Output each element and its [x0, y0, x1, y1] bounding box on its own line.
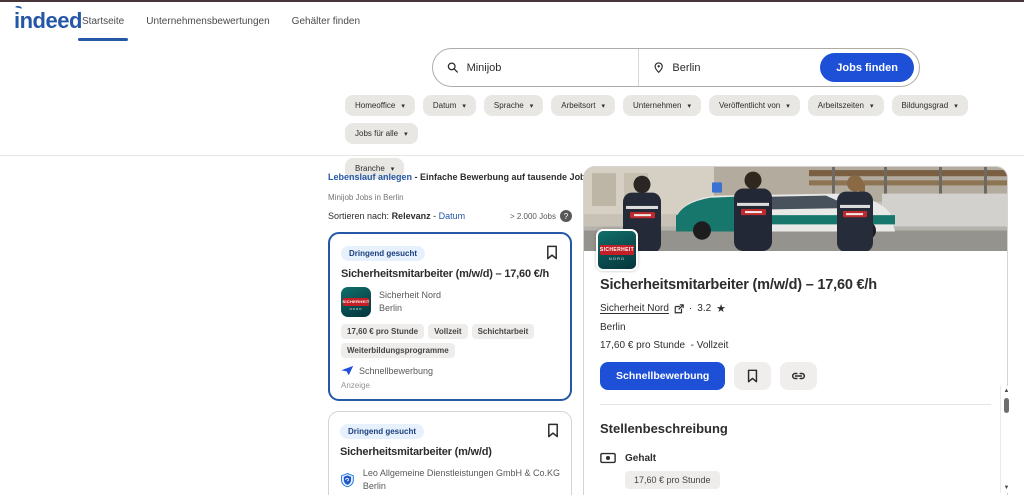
jobs-finden-button[interactable]: Jobs finden: [820, 53, 914, 82]
tag-schichtarbeit: Schichtarbeit: [471, 324, 535, 339]
help-icon[interactable]: ?: [560, 210, 572, 222]
company-row: Leo Allgemeine Dienstleistungen GmbH & C…: [340, 465, 560, 495]
chevron-down-icon: ▾: [954, 102, 958, 110]
company-meta: Leo Allgemeine Dienstleistungen GmbH & C…: [363, 465, 560, 493]
gehalt-value: 17,60 € pro Stunde: [625, 471, 720, 489]
indeed-job-search-page: indeed Startseite Unternehmensbewertunge…: [0, 0, 1024, 495]
keyword-segment: [433, 49, 639, 86]
filter-jobs-fuer-alle[interactable]: Jobs für alle ▾: [345, 123, 418, 144]
description-heading: Stellenbeschreibung: [600, 421, 728, 436]
bookmark-icon[interactable]: [545, 245, 559, 260]
filter-homeoffice[interactable]: Homeoffice ▾: [345, 95, 415, 116]
scrollbar-thumb[interactable]: [1004, 398, 1009, 413]
job-tags: 17,60 € pro Stunde Vollzeit Schichtarbei…: [341, 324, 559, 358]
search-icon: [447, 62, 458, 73]
tag-pay: 17,60 € pro Stunde: [341, 324, 425, 339]
chevron-down-icon: ▾: [601, 102, 605, 110]
location-input[interactable]: [672, 61, 807, 74]
quick-apply-row: Schnellbewerbung: [341, 365, 559, 376]
company-location: Berlin: [379, 303, 403, 313]
company-name: Leo Allgemeine Dienstleistungen GmbH & C…: [362, 468, 560, 478]
location-segment: [639, 49, 820, 86]
lebenslauf-anlegen-link[interactable]: Lebenslauf anlegen: [328, 172, 412, 182]
job-detail-panel: SICHERHEIT NORD Sicherheitsmitarbeiter (…: [583, 166, 1008, 495]
company-meta: Sicherheit Nord Berlin: [379, 287, 441, 315]
tab-unternehmensbewertungen[interactable]: Unternehmensbewertungen: [146, 16, 269, 39]
location-pin-icon: [654, 62, 663, 74]
filter-unternehmen[interactable]: Unternehmen ▾: [622, 95, 701, 116]
sort-row: Sortieren nach: Relevanz - Datum > 2.000…: [328, 210, 572, 222]
sort-datum-link[interactable]: Datum: [439, 211, 466, 221]
logo-text: indeed: [14, 8, 82, 33]
description-section: Stellenbeschreibung Gehalt 17,60 € pro S…: [600, 404, 991, 495]
sponsored-label: Anzeige: [341, 381, 370, 390]
chevron-down-icon: ▾: [404, 130, 408, 138]
company-location: Berlin: [362, 481, 386, 491]
tag-vollzeit: Vollzeit: [428, 324, 468, 339]
indeed-logo[interactable]: indeed: [14, 5, 82, 34]
chevron-down-icon: ▾: [401, 102, 405, 110]
urgent-badge: Dringend gesucht: [341, 246, 426, 261]
company-row: SICHERHEIT NORD Sicherheit Nord Berlin: [341, 287, 559, 317]
external-link-icon[interactable]: [674, 303, 684, 314]
company-hero-image: [584, 167, 1007, 251]
bookmark-icon[interactable]: [546, 423, 560, 438]
detail-job-title: Sicherheitsmitarbeiter (m/w/d) – 17,60 €…: [600, 277, 877, 293]
window-top-edge: [0, 0, 1024, 2]
sicherheit-nord-logo: SICHERHEIT NORD: [596, 229, 638, 271]
star-icon: ★: [716, 303, 727, 315]
scroll-up-icon[interactable]: ▲: [1001, 387, 1012, 395]
detail-actions: Schnellbewerbung: [600, 362, 991, 390]
job-title[interactable]: Sicherheitsmitarbeiter (m/w/d) – 17,60 €…: [341, 268, 559, 280]
salary-icon: [600, 452, 616, 464]
filter-veroeffentlicht-von[interactable]: Veröffentlicht von ▾: [708, 95, 800, 116]
detail-scrollbar[interactable]: ▲ ▼: [1000, 386, 1011, 493]
search-bar: Jobs finden: [432, 48, 920, 87]
job-card-sicherheit-nord[interactable]: Dringend gesucht Sicherheitsmitarbeiter …: [328, 232, 572, 401]
filter-sprache[interactable]: Sprache ▾: [483, 95, 544, 116]
chevron-down-icon: ▾: [529, 102, 534, 110]
main-nav: Startseite Unternehmensbewertungen Gehäl…: [77, 16, 360, 41]
link-icon: [792, 372, 806, 380]
filter-datum[interactable]: Datum ▾: [422, 95, 476, 116]
desc-item-gehalt: Gehalt 17,60 € pro Stunde: [600, 452, 991, 489]
resume-promo: Lebenslauf anlegen - Einfache Bewerbung …: [328, 172, 594, 182]
chevron-down-icon: ▾: [462, 102, 466, 110]
tag-weiterbildung: Weiterbildungsprogramme: [341, 343, 455, 358]
search-context-label: Minijob Jobs in Berlin: [328, 193, 404, 202]
results-column: Lebenslauf anlegen - Einfache Bewerbung …: [328, 166, 594, 495]
tab-gehaelter-finden[interactable]: Gehälter finden: [292, 16, 360, 39]
filter-bildungsgrad[interactable]: Bildungsgrad ▾: [891, 95, 968, 116]
copy-link-button[interactable]: [780, 362, 818, 390]
sort-controls: Sortieren nach: Relevanz - Datum: [328, 211, 466, 221]
company-name: Sicherheit Nord: [379, 290, 442, 300]
tab-startseite[interactable]: Startseite: [77, 16, 129, 41]
schnellbewerbung-button[interactable]: Schnellbewerbung: [600, 362, 726, 390]
job-count: > 2.000 Jobs ?: [510, 210, 572, 222]
chevron-down-icon: ▾: [687, 102, 691, 110]
filter-arbeitszeiten[interactable]: Arbeitszeiten ▾: [807, 95, 884, 116]
shield-logo: [341, 472, 354, 488]
filter-arbeitsort[interactable]: Arbeitsort ▾: [551, 95, 615, 116]
bookmark-icon: [748, 369, 758, 383]
company-link[interactable]: Sicherheit Nord: [600, 303, 669, 314]
detail-company-line: Sicherheit Nord · 3.2 ★: [600, 303, 727, 315]
chevron-down-icon: ▾: [786, 102, 790, 110]
detail-location: Berlin: [600, 322, 626, 333]
detail-pay-line: 17,60 € pro Stunde - Vollzeit: [600, 340, 729, 351]
header-divider: [0, 155, 1024, 156]
job-card-leo-dienstleistungen[interactable]: Dringend gesucht Sicherheitsmitarbeiter …: [328, 411, 572, 495]
quick-apply-icon: [341, 365, 354, 376]
chevron-down-icon: ▾: [869, 102, 874, 110]
urgent-badge: Dringend gesucht: [340, 424, 425, 439]
detail-body: Sicherheitsmitarbeiter (m/w/d) – 17,60 €…: [584, 277, 1007, 495]
sicherheit-nord-logo: SICHERHEIT NORD: [341, 287, 371, 317]
rating-value: 3.2: [697, 303, 712, 314]
sort-relevanz[interactable]: Relevanz: [392, 211, 431, 221]
keyword-input[interactable]: [466, 61, 624, 74]
scroll-down-icon[interactable]: ▼: [1001, 484, 1012, 492]
job-title[interactable]: Sicherheitsmitarbeiter (m/w/d): [340, 446, 560, 458]
save-job-button[interactable]: [734, 362, 772, 390]
